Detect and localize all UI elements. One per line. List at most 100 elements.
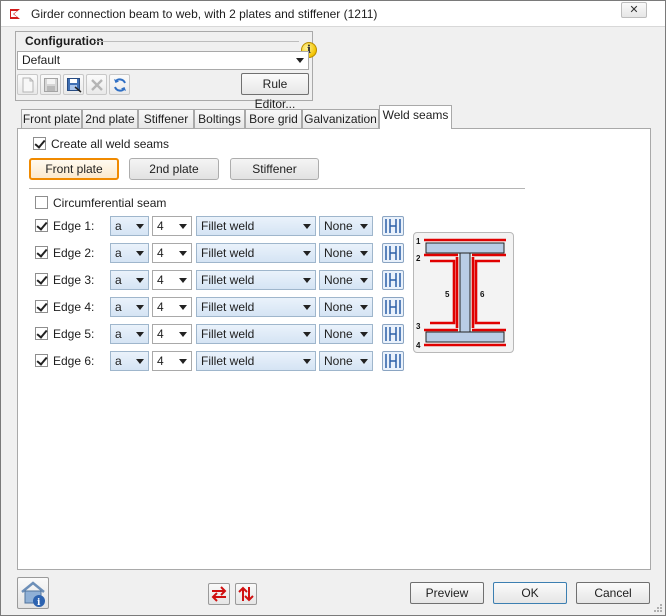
edge-3-type-select[interactable]: a [110,270,149,290]
edge-3-finish-select[interactable]: None [319,270,373,290]
edge-2-size-select[interactable]: 4 [152,243,192,263]
edge-3-weld-select[interactable]: Fillet weld [196,270,316,290]
edge-6-weld-value: Fillet weld [201,354,255,368]
weld-symbol-icon [385,300,401,314]
edge-5-checkbox[interactable] [35,327,48,340]
edge-2-finish-select[interactable]: None [319,243,373,263]
edge-6-size-value: 4 [157,354,164,368]
configuration-value: Default [22,53,61,67]
edge-3-weld-symbol-button[interactable] [382,270,404,290]
edge-4-weld-symbol-button[interactable] [382,297,404,317]
tab-front-plate[interactable]: Front plate [21,109,82,129]
rule-editor-button[interactable]: Rule Editor... [241,73,309,111]
chevron-down-icon [360,278,368,283]
save-config-button[interactable] [40,74,61,95]
tab-stiffener[interactable]: Stiffener [138,109,194,129]
chevron-down-icon [303,305,311,310]
edge-3-checkbox[interactable] [35,273,48,286]
help-info-button[interactable]: i [17,577,49,609]
preview-button[interactable]: Preview [410,582,484,604]
weld-symbol-icon [385,327,401,341]
edge-1-finish-value: None [324,219,353,233]
chevron-down-icon [136,359,144,364]
edge-5-type-select[interactable]: a [110,324,149,344]
swap-vertical-button[interactable] [235,583,257,605]
chevron-down-icon [179,359,187,364]
edge-3-size-select[interactable]: 4 [152,270,192,290]
new-config-button[interactable] [17,74,38,95]
edge-6-weld-select[interactable]: Fillet weld [196,351,316,371]
tab-2nd-plate[interactable]: 2nd plate [82,109,138,129]
edge-1-type-select[interactable]: a [110,216,149,236]
configuration-divider [95,41,299,42]
close-button[interactable]: ✕ [621,2,647,18]
edge-5-finish-select[interactable]: None [319,324,373,344]
edge-2-type-value: a [115,246,122,260]
edge-6-type-value: a [115,354,122,368]
edge-2-finish-value: None [324,246,353,260]
chevron-down-icon [179,278,187,283]
chevron-down-icon [303,251,311,256]
create-all-welds-checkbox[interactable] [33,137,46,150]
save-icon [44,78,58,92]
diagram-label-5: 5 [445,290,450,299]
chevron-down-icon [136,305,144,310]
segment-2nd-plate-button[interactable]: 2nd plate [129,158,219,180]
cancel-button[interactable]: Cancel [576,582,650,604]
edge-1-weld-select[interactable]: Fillet weld [196,216,316,236]
ok-button[interactable]: OK [493,582,567,604]
edge-4-size-select[interactable]: 4 [152,297,192,317]
save-as-config-button[interactable] [63,74,84,95]
weld-symbol-icon [385,219,401,233]
edge-1-weld-symbol-button[interactable] [382,216,404,236]
edge-4-checkbox[interactable] [35,300,48,313]
chevron-down-icon [360,224,368,229]
edge-6-checkbox[interactable] [35,354,48,367]
tab-bore-grid[interactable]: Bore grid [245,109,302,129]
edge-1-label: Edge 1: [53,219,95,233]
edge-1-checkbox[interactable] [35,219,48,232]
edge-6-finish-value: None [324,354,353,368]
tab-galvanization[interactable]: Galvanization [302,109,379,129]
edge-5-weld-symbol-button[interactable] [382,324,404,344]
swap-vertical-icon [238,586,254,602]
segment-front-plate-button[interactable]: Front plate [29,158,119,180]
tab-weld-seams[interactable]: Weld seams [379,105,452,129]
refresh-icon [114,78,126,92]
edge-4-type-select[interactable]: a [110,297,149,317]
edge-2-weld-symbol-button[interactable] [382,243,404,263]
edge-6-type-select[interactable]: a [110,351,149,371]
edge-2-weld-select[interactable]: Fillet weld [196,243,316,263]
segment-stiffener-button[interactable]: Stiffener [230,158,319,180]
edge-2-type-select[interactable]: a [110,243,149,263]
edge-4-weld-select[interactable]: Fillet weld [196,297,316,317]
circumferential-seam-label: Circumferential seam [53,196,167,210]
edge-4-type-value: a [115,300,122,314]
edge-4-finish-select[interactable]: None [319,297,373,317]
circumferential-seam-checkbox[interactable] [35,196,48,209]
weld-seams-panel [17,128,651,570]
chevron-down-icon [303,224,311,229]
edge-2-checkbox[interactable] [35,246,48,259]
swap-horizontal-button[interactable] [208,583,230,605]
app-icon [8,6,24,22]
edge-2-label: Edge 2: [53,246,95,260]
edge-5-size-select[interactable]: 4 [152,324,192,344]
edge-6-finish-select[interactable]: None [319,351,373,371]
edge-4-label: Edge 4: [53,300,95,314]
edge-5-weld-value: Fillet weld [201,327,255,341]
edge-4-finish-value: None [324,300,353,314]
edge-6-size-select[interactable]: 4 [152,351,192,371]
delete-config-button[interactable] [86,74,107,95]
chevron-down-icon [303,278,311,283]
edge-1-size-select[interactable]: 4 [152,216,192,236]
refresh-config-button[interactable] [109,74,130,95]
chevron-down-icon [296,58,304,63]
resize-grip-icon[interactable] [653,603,663,613]
tab-boltings[interactable]: Boltings [194,109,245,129]
edge-5-weld-select[interactable]: Fillet weld [196,324,316,344]
edge-1-finish-select[interactable]: None [319,216,373,236]
edge-6-weld-symbol-button[interactable] [382,351,404,371]
configuration-select[interactable]: Default [17,51,309,70]
chevron-down-icon [360,305,368,310]
